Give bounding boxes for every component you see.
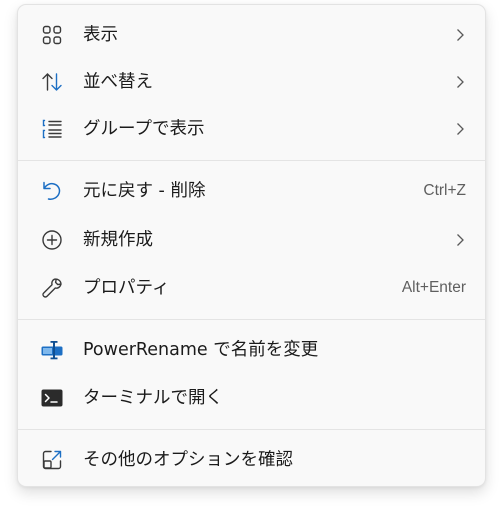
undo-icon: [40, 179, 64, 203]
plus-circle-icon: [40, 228, 64, 252]
menu-item-label: PowerRename で名前を変更: [83, 340, 319, 360]
shortcut-text: Alt+Enter: [401, 279, 466, 296]
menu-item-label: 並べ替え: [83, 72, 153, 92]
terminal-icon: [40, 386, 64, 410]
group-list-icon: [40, 117, 64, 141]
menu-item-open-terminal[interactable]: ターミナルで開く: [22, 375, 481, 421]
menu-item-label: その他のオプションを確認: [83, 450, 293, 470]
grid-icon: [40, 23, 64, 47]
menu-item-show-more-options[interactable]: その他のオプションを確認: [22, 437, 481, 483]
menu-item-label: 元に戻す - 削除: [83, 181, 206, 201]
chevron-right-icon: [452, 232, 468, 248]
menu-item-label: 新規作成: [83, 230, 153, 250]
menu-item-group-by[interactable]: グループで表示: [22, 106, 481, 152]
chevron-right-icon: [452, 121, 468, 137]
more-options-icon: [40, 448, 64, 472]
menu-item-label: プロパティ: [83, 278, 170, 298]
menu-item-sort[interactable]: 並べ替え: [22, 59, 481, 105]
menu-separator: [18, 319, 485, 320]
menu-item-label: ターミナルで開く: [83, 388, 223, 408]
powerrename-icon: [40, 338, 64, 362]
chevron-right-icon: [452, 74, 468, 90]
menu-item-properties[interactable]: プロパティ Alt+Enter: [22, 265, 481, 311]
menu-item-new[interactable]: 新規作成: [22, 217, 481, 263]
chevron-right-icon: [452, 27, 468, 43]
menu-item-label: グループで表示: [83, 119, 205, 139]
menu-item-view[interactable]: 表示: [22, 12, 481, 58]
context-menu: 表示 並べ替え グループで表示 元に戻す - 削除 Ctrl+Z 新規作成 プロ…: [17, 4, 486, 487]
menu-item-label: 表示: [83, 25, 118, 45]
shortcut-text: Ctrl+Z: [423, 182, 466, 199]
menu-item-undo-delete[interactable]: 元に戻す - 削除 Ctrl+Z: [22, 168, 481, 214]
menu-separator: [18, 160, 485, 161]
wrench-icon: [40, 276, 64, 300]
menu-separator: [18, 429, 485, 430]
sort-arrows-icon: [40, 70, 64, 94]
menu-item-powerrename[interactable]: PowerRename で名前を変更: [22, 327, 481, 373]
